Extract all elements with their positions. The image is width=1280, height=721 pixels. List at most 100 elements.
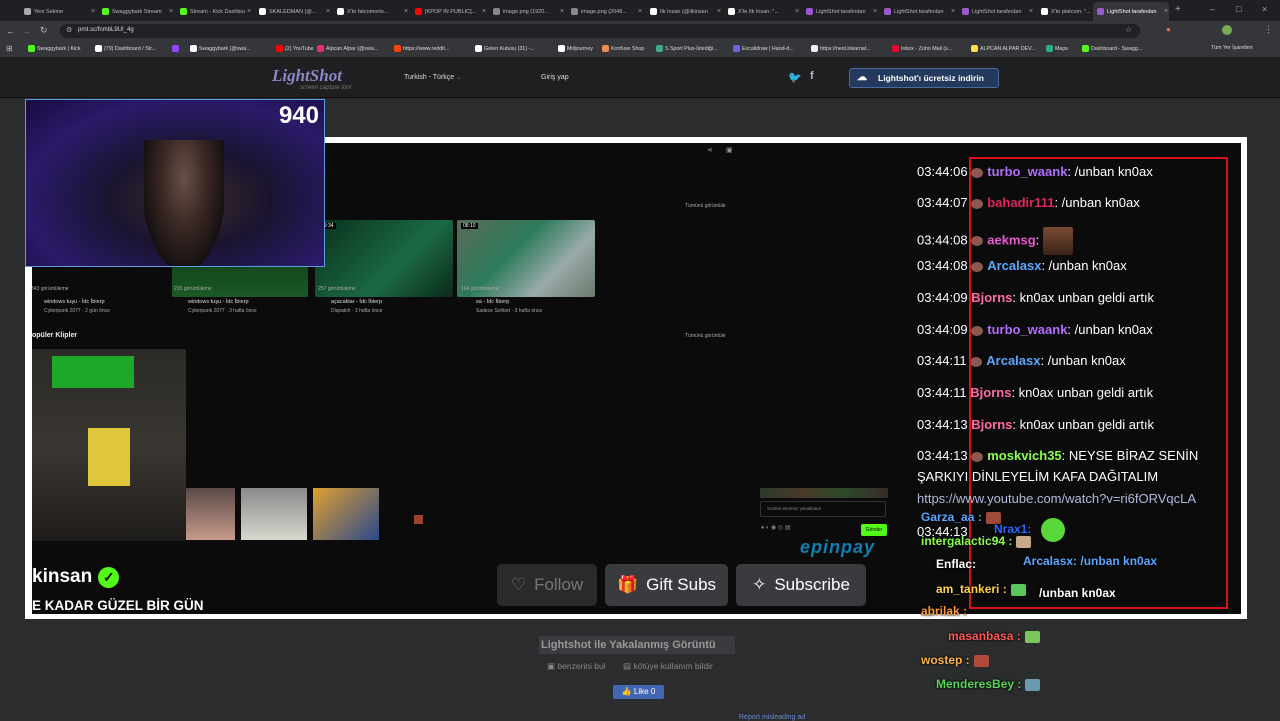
caption-title: Lightshot ile Yakalanmış Görüntü [541,639,716,651]
streamer-silhouette [144,140,224,266]
download-button[interactable]: ☁ Lightshot'ı ücretsiz indirin [849,68,999,88]
browser-tab[interactable]: LightShot tarafından × [1093,2,1169,21]
all-bookmarks[interactable]: Tüm Yer İşaretleri [1211,45,1253,51]
tab-close-icon[interactable]: × [795,8,799,15]
forward-icon[interactable]: → [22,26,31,36]
tab-favicon-icon [1041,8,1048,15]
maximize-icon[interactable]: □ [1236,4,1241,14]
tab-close-icon[interactable]: × [326,8,330,15]
report-link[interactable]: ▤ kötüye kullanım bildir [623,661,713,672]
tab-favicon-icon [650,8,657,15]
browser-tab[interactable]: image.png (1920... × [489,2,567,21]
emote-image [1041,518,1065,542]
minimize-icon[interactable]: – [1210,4,1215,14]
tab-close-icon[interactable]: × [404,8,408,15]
bookmark-item[interactable]: https://next.inkarnat... [811,45,871,52]
login-link[interactable]: Giriş yap [541,74,569,81]
browser-tab[interactable]: X'te İlk İnsan: "... × [724,2,802,21]
star-icon[interactable]: ☆ [1125,25,1132,34]
bookmark-item[interactable]: Swaggybark | Kick [28,45,80,52]
cloud-download-icon: ☁ [857,72,867,83]
bookmark-favicon-icon [733,45,740,52]
chat-input[interactable]: Sohbet etmeniz yasaklandı [760,501,886,517]
bookmark-item[interactable]: S Sport Plus-İstediği... [656,45,717,52]
stream-title: E KADAR GÜZEL BİR GÜN [32,598,204,613]
bookmark-favicon-icon [811,45,818,52]
emote-icon [414,515,423,524]
tab-title: Yeni Sekme [34,8,64,15]
browser-tab[interactable]: Swaggybark Stream × [98,2,176,21]
bookmark-item[interactable]: Konfuse Shop [602,45,644,52]
video-title[interactable]: sa - İdc İbierp [476,299,509,305]
tab-close-icon[interactable]: × [1029,8,1033,15]
bookmark-item[interactable]: Maps [1046,45,1068,52]
similar-link[interactable]: ▣ benzerini bul [547,661,606,672]
bookmark-favicon-icon [1046,45,1053,52]
video-title[interactable]: windows tuşu - İdc İbierp [188,299,249,305]
bookmark-favicon-icon [656,45,663,52]
lightshot-logo[interactable]: LightShot [272,66,342,86]
browser-tab[interactable]: SKALEDMAN (@... × [255,2,333,21]
twitter-icon[interactable]: 🐦 [788,71,802,84]
video-title[interactable]: windows tuşu - İdc İbierp [44,299,105,305]
profile-avatar[interactable] [1222,25,1232,35]
bookmark-item[interactable] [172,45,181,52]
follow-button[interactable]: ♡ Follow [497,564,597,606]
channel-name[interactable]: kinsan ✓ [32,566,120,588]
new-tab-icon[interactable]: + [1175,4,1181,15]
bookmark-item[interactable]: Excalidraw | Hand-d... [733,45,794,52]
browser-tab[interactable]: İlk İnsan (@ilkinsan × [646,2,724,21]
bookmark-item[interactable]: ALPCAN ALPAR DEV... [971,45,1036,52]
site-info-icon[interactable]: ⚙ [66,26,72,34]
bookmark-item[interactable]: Alpcan Alpar (@swa... [317,45,378,52]
tab-close-icon[interactable]: × [873,8,877,15]
language-select[interactable]: Turkish - Türkçe ⌄ [404,74,461,81]
browser-tab-bar: Yeni Sekme × Swaggybark Stream × Stream - Ki… [0,0,1280,21]
tab-close-icon[interactable]: × [169,8,173,15]
tab-close-icon[interactable]: × [560,8,564,15]
video-views: 164 görüntüleme [461,286,499,292]
back-icon[interactable]: ← [6,26,15,36]
bookmark-item[interactable]: Gelen Kutusu (31) -... [475,45,535,52]
bookmark-item[interactable]: (79) Dashboard / Str... [95,45,156,52]
tab-close-icon[interactable]: × [1164,8,1168,15]
tab-close-icon[interactable]: × [247,8,251,15]
facebook-like-button[interactable]: 👍 Like 0 [613,685,664,699]
tab-close-icon[interactable]: × [717,8,721,15]
menu-icon[interactable]: ⋮ [1264,24,1273,35]
browser-tab[interactable]: LightShot tarafından × [802,2,880,21]
bookmark-favicon-icon [602,45,609,52]
chat-link[interactable]: https://www.youtube.com/watch?v=ri6fORVq… [917,491,1196,506]
browser-tab[interactable]: Stream - Kick Dashboard× [176,2,254,21]
browser-tab[interactable]: Yeni Sekme × [20,2,98,21]
bookmark-item[interactable]: Swaggybark (@swa... [190,45,251,52]
video-meta: Sadece Sohbet · 3 hafta önce [476,308,543,314]
facebook-icon[interactable]: f [810,70,814,82]
overlay-chat-line: am_tankeri : [936,582,1026,596]
tab-close-icon[interactable]: × [951,8,955,15]
browser-tab[interactable]: X'te fatcomorto... × [333,2,411,21]
url-field[interactable]: ⚙ prnt.sc/fnmbL9UI_4g ☆ [60,24,1140,38]
chat-timestamp: 03:44:13 [917,448,968,463]
browser-tab[interactable]: LightShot tarafından × [880,2,958,21]
tab-close-icon[interactable]: × [91,8,95,15]
bookmark-item[interactable]: Midjourney [558,45,593,52]
chat-timestamp: 03:44:13 [917,524,968,539]
reload-icon[interactable]: ↻ [40,25,48,36]
send-chat-button[interactable]: Gönder [861,524,887,536]
video-title[interactable]: açacaklar - İdc İbierp [331,299,382,305]
extension-icon[interactable]: ● [1166,25,1171,34]
gift-subs-button[interactable]: 🎁 Gift Subs [605,564,728,606]
subscribe-button[interactable]: ✧ Subscribe [736,564,866,606]
tab-close-icon[interactable]: × [482,8,486,15]
window-close-icon[interactable]: × [1262,4,1267,14]
bookmark-item[interactable]: Inbox - Zoho Mail (s... [892,45,952,52]
bookmark-item[interactable]: Dashboard - Swagg... [1082,45,1142,52]
browser-tab[interactable]: [KPOP IN PUBLIC]... × [411,2,489,21]
browser-tab[interactable]: LightShot tarafından × [958,2,1036,21]
tab-close-icon[interactable]: × [638,8,642,15]
apps-icon[interactable]: ⊞ [6,44,13,53]
browser-tab[interactable]: image.png (2048... × [567,2,645,21]
bookmark-item[interactable]: https://www.reddit... [394,45,449,52]
bookmark-item[interactable]: (2) YouTube [276,45,314,52]
